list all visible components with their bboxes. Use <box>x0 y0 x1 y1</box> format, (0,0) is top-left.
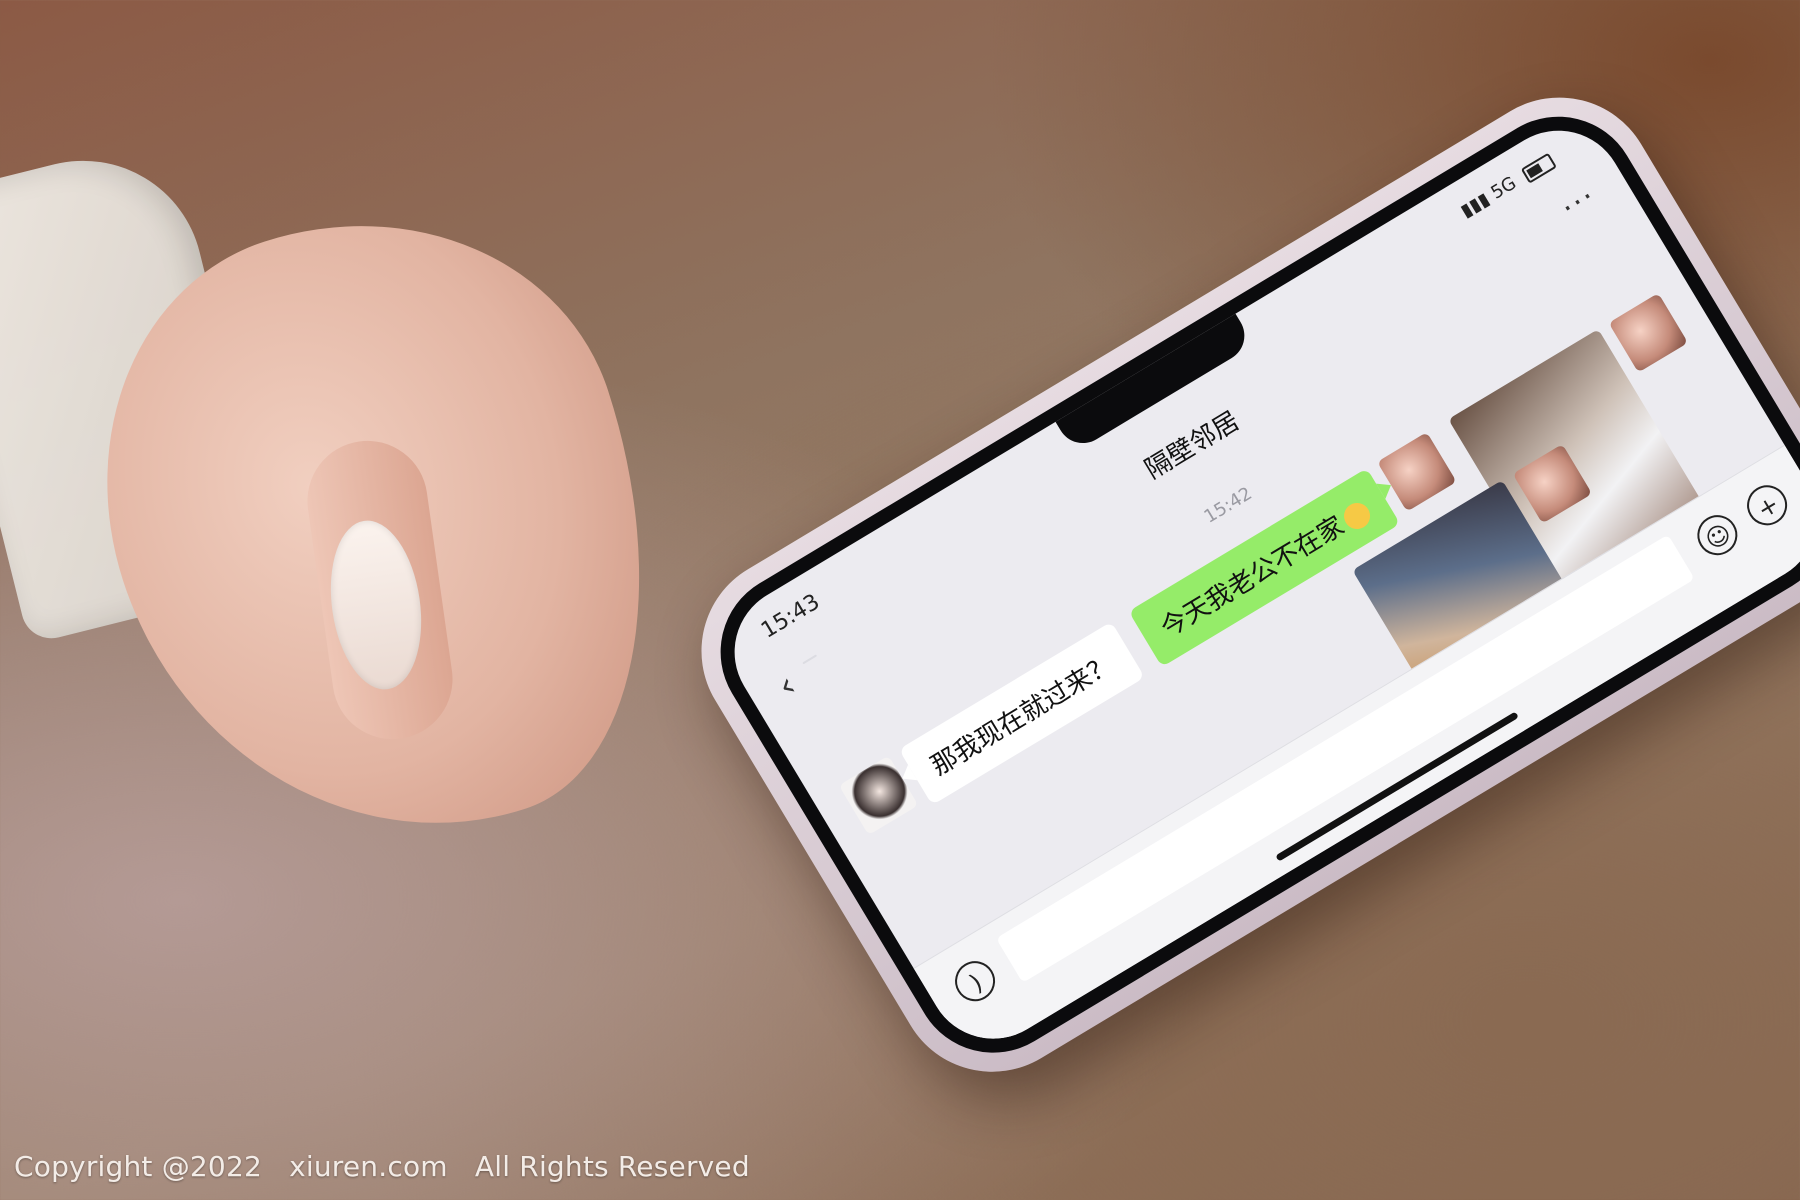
signal-icon: ▮▮▮ <box>1457 188 1494 222</box>
my-avatar[interactable] <box>1377 432 1457 512</box>
battery-icon <box>1520 152 1557 184</box>
emoji-picker-icon[interactable]: ☺ <box>1689 507 1745 563</box>
rights-text: All Rights Reserved <box>474 1150 750 1183</box>
message-input[interactable] <box>995 534 1695 983</box>
smartphone: 15:43 ▮▮▮ 5G ‹ 隔壁邻居 ··· 15:42 今天我老公不在家 那… <box>666 62 1800 1108</box>
voice-input-icon[interactable]: ) <box>947 953 1003 1009</box>
site-name: xiuren.com <box>289 1150 448 1183</box>
copyright-text: Copyright @2022 <box>14 1150 262 1183</box>
photo-scene: 15:43 ▮▮▮ 5G ‹ 隔壁邻居 ··· 15:42 今天我老公不在家 那… <box>0 0 1800 1200</box>
watermark: Copyright @2022 xiuren.com All Rights Re… <box>14 1150 768 1183</box>
my-avatar[interactable] <box>1608 293 1689 373</box>
received-text-bubble[interactable]: 那我现在就过来？ <box>898 621 1145 806</box>
add-attachment-icon[interactable]: + <box>1739 477 1795 533</box>
network-label: 5G <box>1487 172 1520 204</box>
